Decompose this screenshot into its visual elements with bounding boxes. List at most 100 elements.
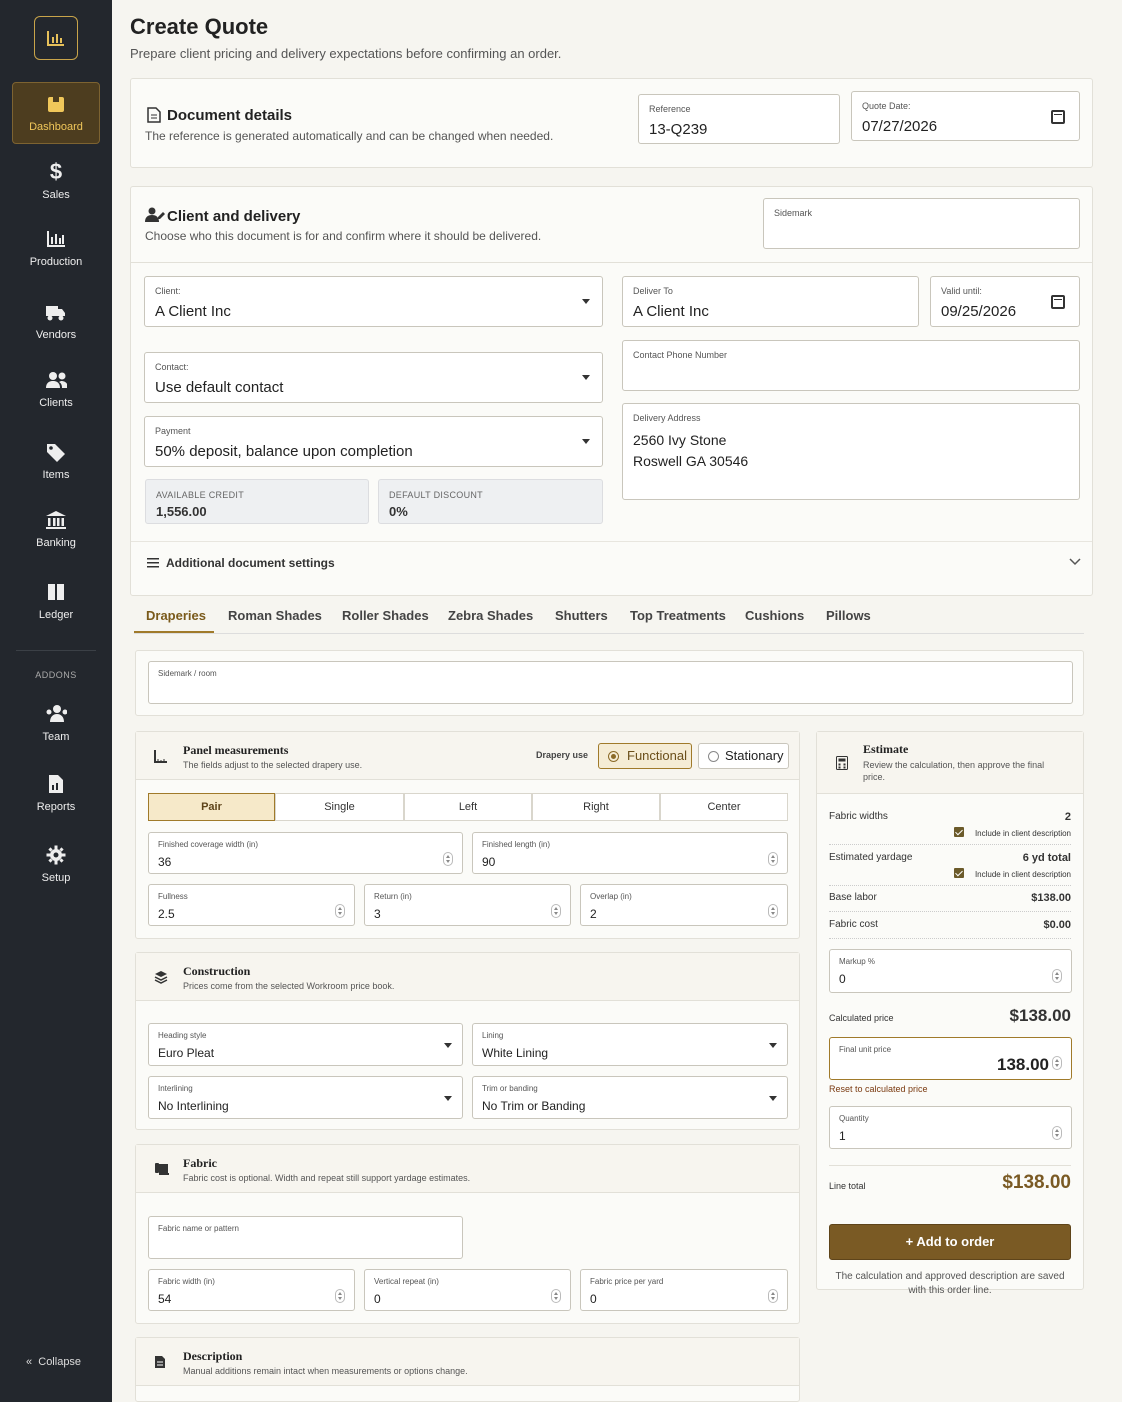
yardage-value: 6 yd total <box>1022 852 1071 864</box>
collapse-button[interactable]: « Collapse <box>26 1356 81 1368</box>
sidebar-item-setup[interactable]: Setup <box>12 833 100 895</box>
sidebar-item-label: Team <box>42 731 70 743</box>
sidebar-item-clients[interactable]: Clients <box>12 358 100 420</box>
overlap-input[interactable]: Overlap (in) 2 <box>580 884 788 926</box>
segment-pair[interactable]: Pair <box>148 793 275 821</box>
fabric-price-input[interactable]: Fabric price per yard 0 <box>580 1269 788 1311</box>
valid-until-field[interactable]: Valid until: 09/25/2026 <box>930 276 1080 327</box>
sidemark-room-label: Sidemark / room <box>158 669 217 678</box>
add-to-order-button[interactable]: + Add to order <box>829 1224 1071 1260</box>
additional-settings-toggle[interactable]: Additional document settings <box>145 555 1081 575</box>
client-select[interactable]: Client: A Client Inc <box>144 276 603 327</box>
stepper-icon[interactable] <box>551 1289 561 1303</box>
bank-icon <box>45 509 67 531</box>
client-value: A Client Inc <box>155 303 231 320</box>
functional-radio[interactable]: Functional <box>598 743 692 769</box>
stepper-icon[interactable] <box>335 904 345 918</box>
user-edit-icon <box>145 207 165 222</box>
sidebar-item-label: Banking <box>36 537 76 549</box>
tab-roller-shades[interactable]: Roller Shades <box>342 608 429 623</box>
stepper-icon[interactable] <box>768 904 778 918</box>
stepper-icon[interactable] <box>335 1289 345 1303</box>
tab-roman-shades[interactable]: Roman Shades <box>228 608 322 623</box>
tab-zebra-shades[interactable]: Zebra Shades <box>448 608 533 623</box>
stepper-icon[interactable] <box>443 852 453 866</box>
return-input[interactable]: Return (in) 3 <box>364 884 571 926</box>
payment-label: Payment <box>155 426 191 436</box>
sidebar-item-ledger[interactable]: Ledger <box>12 570 100 632</box>
fullness-input[interactable]: Fullness 2.5 <box>148 884 355 926</box>
radio-dot <box>708 751 719 762</box>
stepper-icon[interactable] <box>551 904 561 918</box>
sidebar-item-label: Sales <box>42 189 70 201</box>
segment-single[interactable]: Single <box>275 793 404 821</box>
sidebar-item-reports[interactable]: Reports <box>12 762 100 824</box>
sidemark-room-field[interactable]: Sidemark / room <box>148 661 1073 704</box>
include-widths-label: Include in client description <box>974 829 1071 838</box>
divider <box>829 938 1071 939</box>
chart-icon <box>45 228 67 250</box>
tab-top-treatments[interactable]: Top Treatments <box>630 608 726 623</box>
fabric-widths-label: Fabric widths <box>829 811 888 822</box>
sidebar-divider <box>16 650 96 651</box>
markup-value: 0 <box>839 972 846 986</box>
payment-select[interactable]: Payment 50% deposit, balance upon comple… <box>144 416 603 467</box>
stepper-icon[interactable] <box>768 1289 778 1303</box>
tab-pillows[interactable]: Pillows <box>826 608 871 623</box>
sidebar-item-vendors[interactable]: Vendors <box>12 290 100 352</box>
sidebar-item-team[interactable]: Team <box>12 692 100 754</box>
stepper-icon[interactable] <box>768 852 778 866</box>
stepper-icon[interactable] <box>1052 1126 1062 1140</box>
quote-date-field[interactable]: Quote Date: 07/27/2026 <box>851 91 1080 141</box>
fabric-name-input[interactable]: Fabric name or pattern <box>148 1216 463 1259</box>
markup-input[interactable]: Markup % 0 <box>829 949 1072 993</box>
segment-left[interactable]: Left <box>404 793 532 821</box>
divider <box>829 844 1071 845</box>
include-yardage-checkbox[interactable] <box>954 868 964 878</box>
segment-center[interactable]: Center <box>660 793 788 821</box>
tags-icon <box>45 441 67 463</box>
sidebar-item-label: Vendors <box>35 329 77 341</box>
estimate-header: Estimate Review the calculation, then ap… <box>817 732 1083 794</box>
stationary-radio[interactable]: Stationary <box>698 743 789 769</box>
chevron-down-icon <box>582 299 590 304</box>
fabric-width-input[interactable]: Fabric width (in) 54 <box>148 1269 355 1311</box>
markup-label: Markup % <box>839 957 876 966</box>
stepper-icon[interactable] <box>1052 969 1062 983</box>
interlining-select[interactable]: Interlining No Interlining <box>148 1076 463 1119</box>
heading-style-select[interactable]: Heading style Euro Pleat <box>148 1023 463 1066</box>
tab-cushions[interactable]: Cushions <box>745 608 804 623</box>
reference-field[interactable]: Reference 13-Q239 <box>638 94 840 144</box>
tab-draperies[interactable]: Draperies <box>146 608 206 623</box>
sidebar-item-production[interactable]: Production <box>12 217 100 279</box>
contact-select[interactable]: Contact: Use default contact <box>144 352 603 403</box>
reset-price-link[interactable]: Reset to calculated price <box>829 1084 928 1094</box>
sidebar-item-dashboard[interactable]: Dashboard <box>12 82 100 144</box>
document-details-desc: The reference is generated automatically… <box>145 129 554 143</box>
segment-right[interactable]: Right <box>532 793 660 821</box>
lining-value: White Lining <box>482 1046 549 1060</box>
quantity-input[interactable]: Quantity 1 <box>829 1106 1072 1149</box>
contact-phone-field[interactable]: Contact Phone Number <box>622 340 1080 391</box>
calendar-icon[interactable] <box>1051 110 1065 124</box>
sidebar-item-banking[interactable]: Banking <box>12 498 100 560</box>
lining-select[interactable]: Lining White Lining <box>472 1023 788 1066</box>
heading-style-value: Euro Pleat <box>158 1046 215 1060</box>
sidemark-field[interactable]: Sidemark <box>763 198 1080 249</box>
estimate-desc: Review the calculation, then approve the… <box>863 760 1045 782</box>
include-widths-checkbox[interactable] <box>954 827 964 837</box>
coverage-width-label: Finished coverage width (in) <box>158 840 259 849</box>
sidebar-item-sales[interactable]: $ Sales <box>12 150 100 212</box>
delivery-address-field[interactable]: Delivery Address 2560 Ivy Stone Roswell … <box>622 403 1080 500</box>
app-logo-icon[interactable] <box>34 16 78 60</box>
coverage-width-input[interactable]: Finished coverage width (in) 36 <box>148 832 463 874</box>
sidebar-item-items[interactable]: Items <box>12 430 100 492</box>
vertical-repeat-input[interactable]: Vertical repeat (in) 0 <box>364 1269 571 1311</box>
tab-shutters[interactable]: Shutters <box>555 608 608 623</box>
finished-length-input[interactable]: Finished length (in) 90 <box>472 832 788 874</box>
stepper-icon[interactable] <box>1052 1056 1062 1070</box>
deliver-to-field[interactable]: Deliver To A Client Inc <box>622 276 919 327</box>
final-unit-price-input[interactable]: Final unit price 138.00 <box>829 1037 1072 1080</box>
calendar-icon[interactable] <box>1051 295 1065 309</box>
trim-select[interactable]: Trim or banding No Trim or Banding <box>472 1076 788 1119</box>
